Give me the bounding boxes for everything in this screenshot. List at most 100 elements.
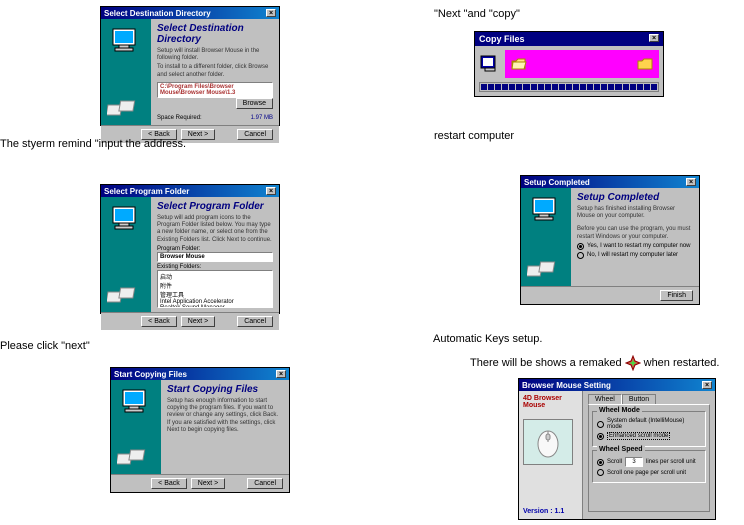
group-title: Wheel Speed xyxy=(597,446,645,453)
caption-styerm: The styerm remind "input the address. xyxy=(0,138,186,150)
dialog-heading: Select Program Folder xyxy=(157,201,273,212)
next-button[interactable]: Next > xyxy=(181,316,215,327)
select-destination-dialog: Select Destination Directory × Select De… xyxy=(100,6,280,126)
caption-nextcopy: "Next "and "copy" xyxy=(434,8,520,20)
back-button[interactable]: < Back xyxy=(141,316,177,327)
back-button[interactable]: < Back xyxy=(151,478,187,489)
speed-lines-radio[interactable]: Scroll 3 lines per scroll unit xyxy=(597,457,701,467)
browse-button[interactable]: Browse xyxy=(236,98,273,109)
caption-clicknext: Please click "next" xyxy=(0,340,90,352)
dialog-heading: Start Copying Files xyxy=(167,384,283,395)
caption-remarked: There will be shows a remaked when resta… xyxy=(470,355,719,371)
list-item[interactable]: Realtek Sound Manager xyxy=(160,305,270,308)
speed-label-post: lines per scroll unit xyxy=(646,459,696,465)
remarked-text-pre: There will be shows a remaked xyxy=(470,357,622,369)
dialog-text: Setup will install Browser Mouse in the … xyxy=(157,48,273,62)
cancel-button[interactable]: Cancel xyxy=(237,316,273,327)
copy-files-dialog: Copy Files × xyxy=(474,31,664,97)
radio-label: Enhanced scroll mode xyxy=(607,432,670,440)
dialog-text: Setup will add program icons to the Prog… xyxy=(157,215,273,244)
copy-progress-bar xyxy=(479,82,659,92)
tab-button[interactable]: Button xyxy=(622,394,656,404)
list-item[interactable]: 管理工具 xyxy=(160,290,270,299)
dialog-title: Setup Completed xyxy=(524,178,590,187)
radio-label: Scroll one page per scroll unit xyxy=(607,470,686,476)
dialog-title: Start Copying Files xyxy=(114,370,187,379)
browser-mouse-setting-dialog: Browser Mouse Setting × 4D Browser Mouse… xyxy=(518,378,716,520)
mouse-illustration xyxy=(523,419,573,465)
radio-icon xyxy=(597,459,604,466)
mouse-icon xyxy=(530,424,566,460)
dialog-text: Setup has enough information to start co… xyxy=(167,398,283,434)
mode-enhanced-radio[interactable]: Enhanced scroll mode xyxy=(597,432,701,440)
cancel-button[interactable]: Cancel xyxy=(247,478,283,489)
folder-open-icon xyxy=(511,57,527,71)
mode-default-radio[interactable]: System default (IntelliMouse) mode xyxy=(597,418,701,430)
list-item[interactable]: 附件 xyxy=(160,281,270,290)
close-icon[interactable]: × xyxy=(702,381,712,389)
list-item[interactable]: 启动 xyxy=(160,272,270,281)
close-icon[interactable]: × xyxy=(266,187,276,195)
finish-button[interactable]: Finish xyxy=(660,290,693,301)
space-required-value: 1.97 MB xyxy=(251,115,273,121)
dialog-titlebar: Select Destination Directory × xyxy=(101,7,279,19)
disks-icon xyxy=(117,448,153,468)
radio-icon xyxy=(597,421,604,428)
dialog-titlebar: Setup Completed × xyxy=(521,176,699,188)
tab-wheel[interactable]: Wheel xyxy=(588,394,622,404)
radio-icon xyxy=(597,469,604,476)
restart-now-radio[interactable]: Yes, I want to restart my computer now xyxy=(577,243,693,250)
scroll-lines-field[interactable]: 3 xyxy=(625,457,643,467)
disks-icon xyxy=(527,260,563,280)
dialog-title: Select Program Folder xyxy=(104,187,189,196)
dialog-sidebar-graphic xyxy=(101,19,151,125)
settings-sidebar: 4D Browser Mouse Version : 1.1 xyxy=(519,391,583,519)
tab-strip: Wheel Button xyxy=(588,394,710,404)
dialog-title: Copy Files xyxy=(479,34,525,44)
caption-autokeys: Automatic Keys setup. xyxy=(433,333,542,345)
dialog-heading: Select Destination Directory xyxy=(157,23,273,45)
radio-label: No, I will restart my computer later xyxy=(587,252,678,258)
radio-label: Yes, I want to restart my computer now xyxy=(587,243,691,249)
space-required-label: Space Required: xyxy=(157,115,202,121)
dialog-title: Select Destination Directory xyxy=(104,9,211,18)
computer-icon xyxy=(109,27,143,57)
dialog-text: To install to a different folder, click … xyxy=(157,64,273,78)
disks-icon xyxy=(107,99,143,119)
setup-icon xyxy=(479,54,501,74)
radio-label: System default (IntelliMouse) mode xyxy=(607,418,701,430)
speed-page-radio[interactable]: Scroll one page per scroll unit xyxy=(597,469,701,476)
radio-icon xyxy=(597,433,604,440)
dialog-heading: Setup Completed xyxy=(577,192,693,203)
dialog-sidebar-graphic xyxy=(101,197,151,312)
computer-icon xyxy=(529,196,563,226)
dialog-titlebar: Copy Files × xyxy=(475,32,663,46)
close-icon[interactable]: × xyxy=(649,34,659,42)
group-title: Wheel Mode xyxy=(597,407,642,414)
restart-later-radio[interactable]: No, I will restart my computer later xyxy=(577,252,693,259)
dialog-text: Before you can use the program, you must… xyxy=(577,226,693,240)
wheel-mode-group: Wheel Mode System default (IntelliMouse)… xyxy=(592,411,706,447)
tray-icon xyxy=(625,355,641,371)
install-path-field[interactable]: C:\Program Files\Browser Mouse\Browser M… xyxy=(157,82,273,98)
computer-icon xyxy=(119,388,153,418)
computer-icon xyxy=(109,205,143,235)
close-icon[interactable]: × xyxy=(686,178,696,186)
version-label: Version : 1.1 xyxy=(523,508,578,515)
sidebar-title: 4D Browser Mouse xyxy=(523,395,578,409)
radio-icon xyxy=(577,243,584,250)
close-icon[interactable]: × xyxy=(276,370,286,378)
dialog-sidebar-graphic xyxy=(111,380,161,474)
setup-completed-dialog: Setup Completed × Setup Completed Setup … xyxy=(520,175,700,305)
dialog-titlebar: Browser Mouse Setting × xyxy=(519,379,715,391)
folder-closed-icon xyxy=(637,57,653,71)
dialog-title: Browser Mouse Setting xyxy=(522,381,611,390)
close-icon[interactable]: × xyxy=(266,9,276,17)
speed-label-pre: Scroll xyxy=(607,459,622,465)
program-folder-field[interactable]: Browser Mouse xyxy=(157,252,273,262)
next-button[interactable]: Next > xyxy=(191,478,225,489)
radio-icon xyxy=(577,252,584,259)
cancel-button[interactable]: Cancel xyxy=(237,129,273,140)
start-copying-dialog: Start Copying Files × Start Copying File… xyxy=(110,367,290,493)
existing-folders-listbox[interactable]: 启动 附件 管理工具 Intel Application Accelerator… xyxy=(157,270,273,308)
